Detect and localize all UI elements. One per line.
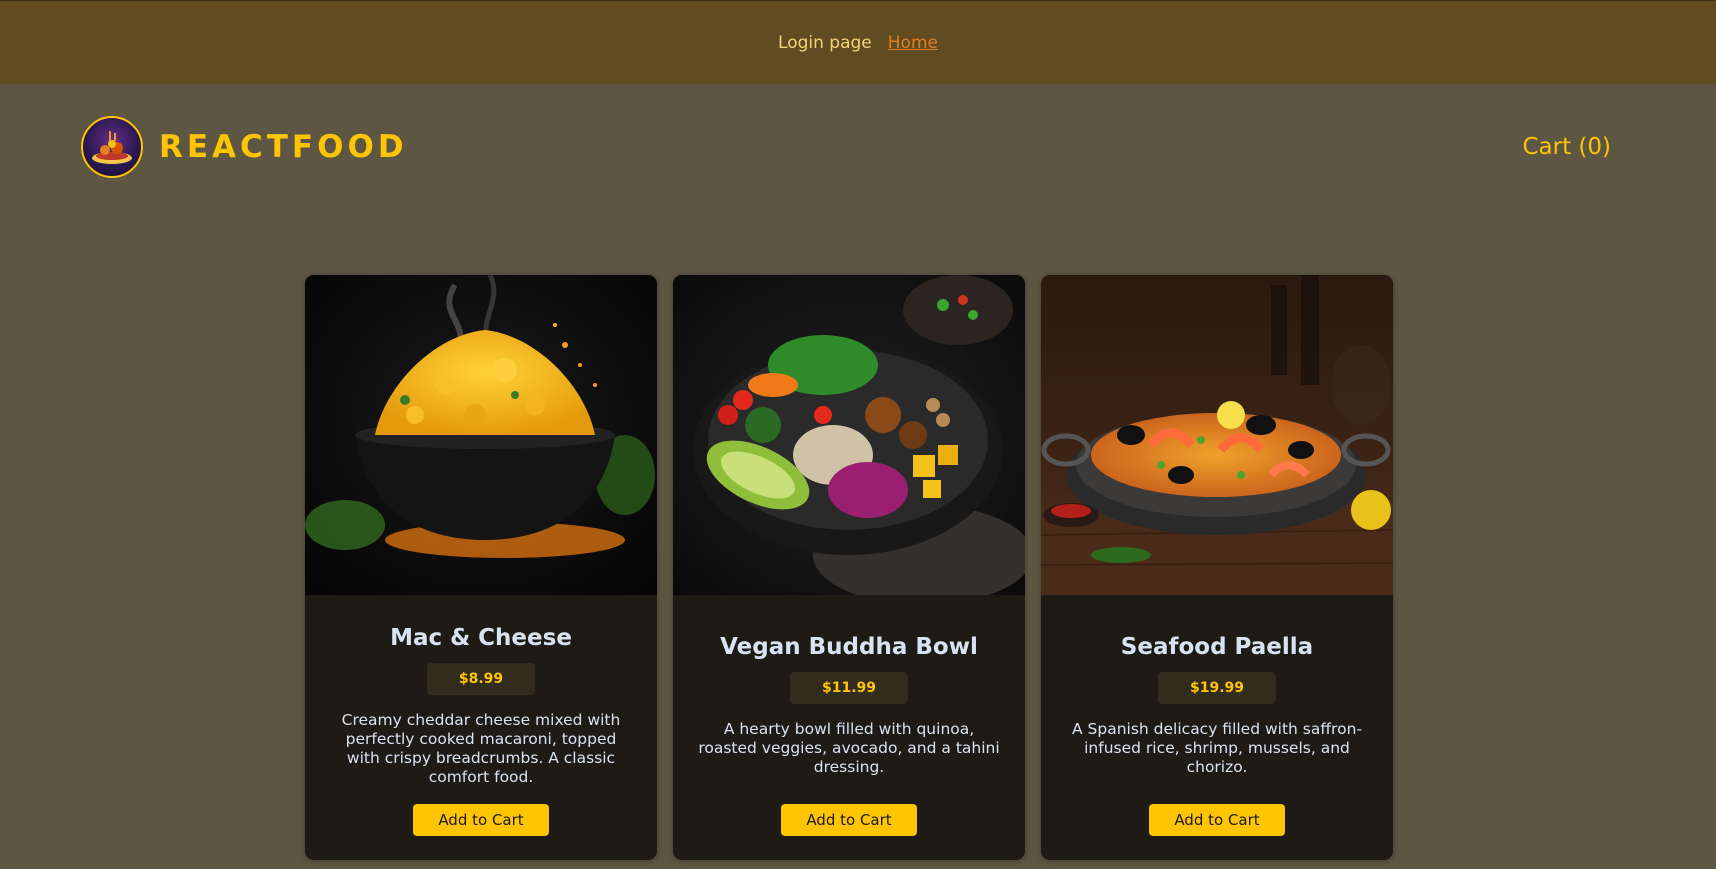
meal-info: Vegan Buddha Bowl $11.99 A hearty bowl f…	[697, 607, 1001, 804]
buddha-bowl-image	[673, 275, 1025, 595]
add-to-cart-button[interactable]: Add to Cart	[413, 804, 549, 836]
meal-price: $8.99	[426, 662, 536, 695]
brand-title: REACTFOOD	[159, 129, 408, 165]
meal-card: Vegan Buddha Bowl $11.99 A hearty bowl f…	[673, 275, 1025, 860]
meal-card: Mac & Cheese $8.99 Creamy cheddar cheese…	[305, 275, 657, 860]
meal-description: A hearty bowl filled with quinoa, roaste…	[698, 720, 1000, 776]
brand: REACTFOOD	[81, 116, 408, 178]
home-link[interactable]: Home	[888, 33, 938, 53]
login-page-text: Login page	[778, 32, 872, 53]
meal-price: $19.99	[1157, 672, 1277, 704]
meal-name: Vegan Buddha Bowl	[720, 634, 978, 660]
meal-name: Mac & Cheese	[390, 624, 572, 651]
top-navigation: Login page Home	[0, 0, 1716, 84]
meal-card: Seafood Paella $19.99 A Spanish delicacy…	[1041, 275, 1393, 860]
seafood-paella-image	[1041, 275, 1393, 595]
meal-description: A Spanish delicacy filled with saffron-i…	[1072, 720, 1362, 776]
meals-list: Mac & Cheese $8.99 Creamy cheddar cheese…	[305, 275, 1393, 860]
restaurant-logo-icon	[81, 116, 143, 178]
meal-body: Vegan Buddha Bowl $11.99 A hearty bowl f…	[673, 595, 1025, 860]
cart-button[interactable]: Cart (0)	[1522, 134, 1611, 160]
main-header: REACTFOOD Cart (0)	[81, 114, 1611, 180]
meal-name: Seafood Paella	[1120, 634, 1314, 660]
mac-and-cheese-image	[305, 275, 657, 595]
meal-description: Creamy cheddar cheese mixed with perfect…	[341, 710, 621, 786]
meal-info: Mac & Cheese $8.99 Creamy cheddar cheese…	[329, 607, 633, 804]
meal-price: $11.99	[789, 672, 909, 704]
meal-body: Seafood Paella $19.99 A Spanish delicacy…	[1041, 595, 1393, 860]
add-to-cart-button[interactable]: Add to Cart	[1149, 804, 1285, 836]
meal-info: Seafood Paella $19.99 A Spanish delicacy…	[1065, 607, 1369, 804]
meal-body: Mac & Cheese $8.99 Creamy cheddar cheese…	[305, 595, 657, 860]
add-to-cart-button[interactable]: Add to Cart	[781, 804, 917, 836]
